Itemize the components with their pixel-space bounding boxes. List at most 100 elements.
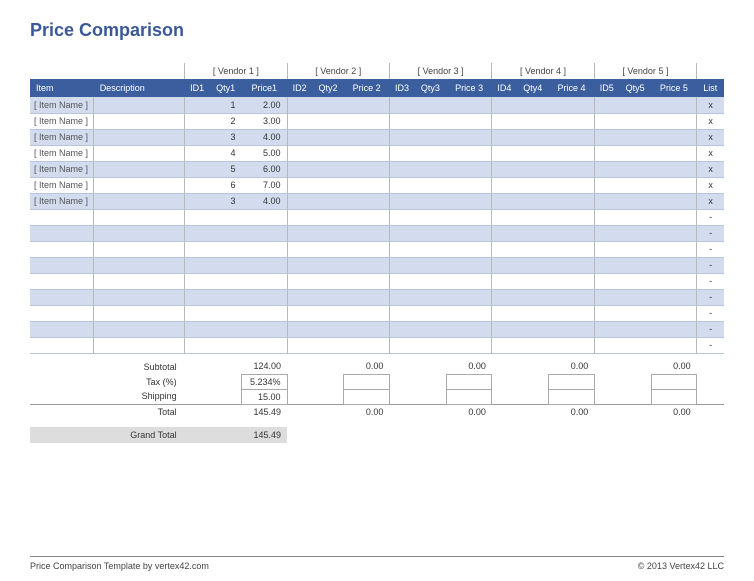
- qty-cell[interactable]: [414, 225, 446, 241]
- price-cell[interactable]: [242, 225, 288, 241]
- list-cell[interactable]: -: [697, 241, 724, 257]
- qty-cell[interactable]: [619, 177, 651, 193]
- id-cell[interactable]: [287, 289, 312, 305]
- tax-val-empty[interactable]: [446, 374, 492, 389]
- desc-cell[interactable]: [94, 161, 185, 177]
- price-cell[interactable]: [549, 289, 595, 305]
- qty-cell[interactable]: [517, 257, 549, 273]
- id-cell[interactable]: [594, 225, 619, 241]
- qty-cell[interactable]: [517, 145, 549, 161]
- list-cell[interactable]: x: [697, 129, 724, 145]
- price-cell[interactable]: [549, 97, 595, 113]
- id-cell[interactable]: [492, 257, 517, 273]
- list-cell[interactable]: -: [697, 321, 724, 337]
- qty-cell[interactable]: [619, 209, 651, 225]
- id-cell[interactable]: [389, 97, 414, 113]
- price-cell[interactable]: [446, 145, 492, 161]
- qty-cell[interactable]: 3: [210, 129, 242, 145]
- qty-cell[interactable]: [619, 241, 651, 257]
- qty-cell[interactable]: [210, 305, 242, 321]
- id-cell[interactable]: [389, 337, 414, 353]
- id-cell[interactable]: [185, 321, 210, 337]
- item-cell[interactable]: [30, 273, 94, 289]
- id-cell[interactable]: [492, 225, 517, 241]
- qty-cell[interactable]: [312, 289, 344, 305]
- id-cell[interactable]: [185, 337, 210, 353]
- tax-val-empty[interactable]: [651, 374, 697, 389]
- id-cell[interactable]: [594, 97, 619, 113]
- price-cell[interactable]: [651, 305, 697, 321]
- qty-cell[interactable]: 2: [210, 113, 242, 129]
- qty-cell[interactable]: [312, 305, 344, 321]
- price-cell[interactable]: [549, 225, 595, 241]
- qty-cell[interactable]: [312, 321, 344, 337]
- price-cell[interactable]: [344, 209, 390, 225]
- id-cell[interactable]: [492, 161, 517, 177]
- id-cell[interactable]: [389, 193, 414, 209]
- item-cell[interactable]: [ Item Name ]: [30, 161, 94, 177]
- id-cell[interactable]: [389, 225, 414, 241]
- id-cell[interactable]: [185, 193, 210, 209]
- qty-cell[interactable]: [517, 193, 549, 209]
- price-cell[interactable]: [446, 177, 492, 193]
- list-cell[interactable]: -: [697, 337, 724, 353]
- price-cell[interactable]: [344, 337, 390, 353]
- id-cell[interactable]: [492, 289, 517, 305]
- id-cell[interactable]: [389, 321, 414, 337]
- id-cell[interactable]: [389, 145, 414, 161]
- price-cell[interactable]: [344, 321, 390, 337]
- list-cell[interactable]: -: [697, 209, 724, 225]
- qty-cell[interactable]: [619, 273, 651, 289]
- qty-cell[interactable]: 6: [210, 177, 242, 193]
- price-cell[interactable]: 4.00: [242, 193, 288, 209]
- id-cell[interactable]: [594, 257, 619, 273]
- price-cell[interactable]: 2.00: [242, 97, 288, 113]
- qty-cell[interactable]: [312, 177, 344, 193]
- desc-cell[interactable]: [94, 113, 185, 129]
- price-cell[interactable]: 4.00: [242, 129, 288, 145]
- id-cell[interactable]: [185, 241, 210, 257]
- item-cell[interactable]: [ Item Name ]: [30, 97, 94, 113]
- id-cell[interactable]: [185, 97, 210, 113]
- price-cell[interactable]: [344, 161, 390, 177]
- price-cell[interactable]: [651, 177, 697, 193]
- price-cell[interactable]: [344, 289, 390, 305]
- qty-cell[interactable]: [312, 209, 344, 225]
- qty-cell[interactable]: [414, 305, 446, 321]
- item-cell[interactable]: [30, 257, 94, 273]
- id-cell[interactable]: [594, 305, 619, 321]
- qty-cell[interactable]: 5: [210, 161, 242, 177]
- qty-cell[interactable]: [414, 241, 446, 257]
- qty-cell[interactable]: 1: [210, 97, 242, 113]
- price-cell[interactable]: [344, 177, 390, 193]
- id-cell[interactable]: [492, 145, 517, 161]
- id-cell[interactable]: [185, 305, 210, 321]
- price-cell[interactable]: [446, 209, 492, 225]
- qty-cell[interactable]: [210, 321, 242, 337]
- qty-cell[interactable]: [312, 145, 344, 161]
- price-cell[interactable]: [344, 273, 390, 289]
- price-cell[interactable]: [344, 145, 390, 161]
- qty-cell[interactable]: [517, 177, 549, 193]
- desc-cell[interactable]: [94, 97, 185, 113]
- qty-cell[interactable]: [619, 321, 651, 337]
- price-cell[interactable]: [549, 145, 595, 161]
- item-cell[interactable]: [30, 225, 94, 241]
- id-cell[interactable]: [389, 305, 414, 321]
- id-cell[interactable]: [185, 161, 210, 177]
- tax-val-empty[interactable]: [549, 374, 595, 389]
- qty-cell[interactable]: [619, 305, 651, 321]
- id-cell[interactable]: [287, 257, 312, 273]
- shipping-val-empty[interactable]: [344, 389, 390, 404]
- id-cell[interactable]: [185, 273, 210, 289]
- qty-cell[interactable]: [517, 225, 549, 241]
- price-cell[interactable]: [446, 161, 492, 177]
- qty-cell[interactable]: [312, 161, 344, 177]
- id-cell[interactable]: [594, 289, 619, 305]
- qty-cell[interactable]: [517, 337, 549, 353]
- qty-cell[interactable]: 3: [210, 193, 242, 209]
- price-cell[interactable]: [344, 257, 390, 273]
- price-cell[interactable]: [446, 225, 492, 241]
- price-cell[interactable]: [549, 257, 595, 273]
- desc-cell[interactable]: [94, 225, 185, 241]
